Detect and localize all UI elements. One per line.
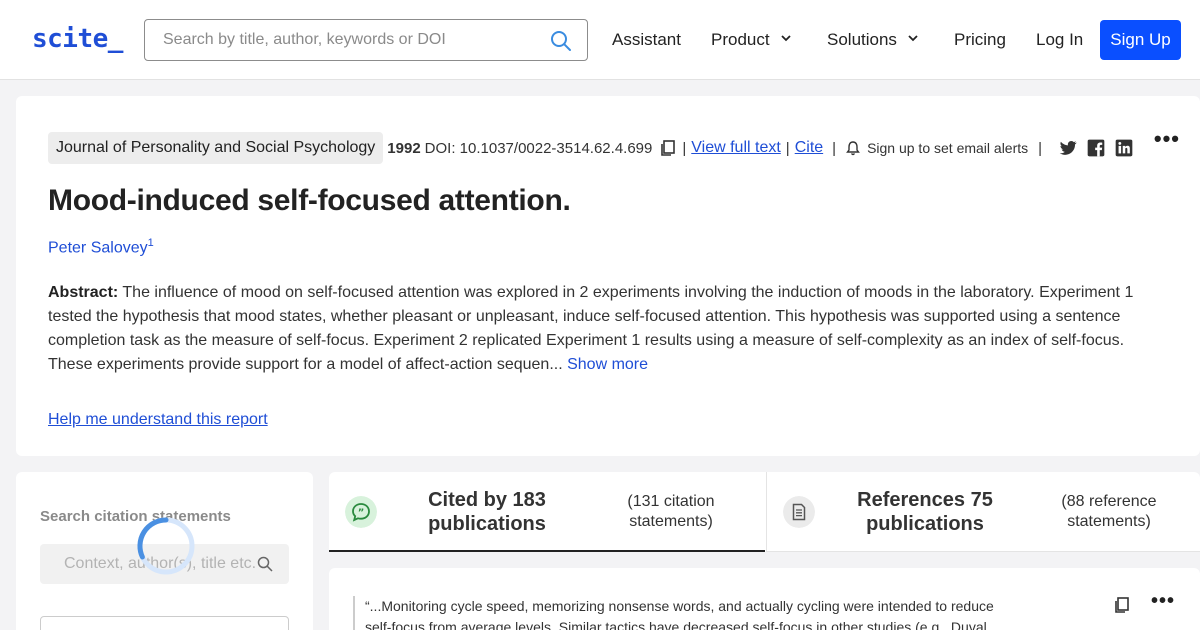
separator: | bbox=[785, 139, 790, 157]
abstract: Abstract: The influence of mood on self-… bbox=[48, 281, 1158, 377]
references-count: References 75 publications bbox=[857, 489, 993, 535]
view-full-text-link[interactable]: View full text bbox=[691, 139, 781, 157]
login-link[interactable]: Log In bbox=[1036, 30, 1083, 50]
publication-year: 1992 bbox=[387, 139, 421, 157]
chevron-down-icon bbox=[780, 35, 791, 42]
signup-button[interactable]: Sign Up bbox=[1100, 20, 1181, 60]
chevron-down-icon bbox=[908, 35, 918, 42]
reference-statements-count: (88 reference statements) bbox=[1061, 493, 1157, 530]
email-alerts-label: Sign up to set email alerts bbox=[867, 139, 1029, 156]
more-options-icon[interactable]: ••• bbox=[1151, 590, 1175, 613]
tab-cited-by[interactable]: ” Cited by 183 publications (131 citatio… bbox=[329, 472, 765, 552]
copy-icon[interactable] bbox=[659, 139, 677, 157]
help-understand-report-link[interactable]: Help me understand this report bbox=[48, 411, 268, 429]
global-search-input[interactable] bbox=[146, 21, 536, 59]
cited-statements-count: (131 citation statements) bbox=[627, 493, 715, 530]
separator: | bbox=[1038, 139, 1043, 157]
abstract-label: Abstract: bbox=[48, 284, 119, 301]
chat-quote-icon: ” bbox=[345, 496, 377, 528]
nav-solutions[interactable]: Solutions bbox=[827, 30, 919, 50]
global-search[interactable] bbox=[144, 19, 588, 61]
svg-text:”: ” bbox=[358, 508, 365, 519]
nav-assistant[interactable]: Assistant bbox=[612, 30, 681, 50]
search-icon[interactable] bbox=[549, 29, 573, 53]
citation-search-panel: Search citation statements bbox=[16, 472, 313, 630]
paper-title: Mood-induced self-focused attention. bbox=[48, 184, 571, 217]
top-navigation-bar: scite_ Assistant Product Solutions Prici… bbox=[0, 0, 1200, 80]
show-more-link[interactable]: Show more bbox=[567, 356, 648, 373]
linkedin-icon[interactable] bbox=[1114, 138, 1134, 158]
paper-details-card: Journal of Personality and Social Psycho… bbox=[16, 96, 1200, 456]
nav-solutions-label: Solutions bbox=[827, 30, 897, 49]
loading-spinner bbox=[137, 517, 195, 575]
citation-statement-card: “...Monitoring cycle speed, memorizing n… bbox=[329, 568, 1200, 630]
cite-link[interactable]: Cite bbox=[795, 139, 823, 157]
author-name: Peter Salovey bbox=[48, 239, 148, 257]
document-icon bbox=[783, 496, 815, 528]
cited-by-count: Cited by 183 publications bbox=[428, 489, 546, 535]
doi-text: DOI: 10.1037/0022-3514.62.4.699 bbox=[424, 139, 653, 157]
tab-references[interactable]: References 75 publications (88 reference… bbox=[766, 472, 1200, 552]
bell-icon bbox=[846, 140, 860, 155]
filter-box[interactable] bbox=[40, 616, 289, 630]
author-link[interactable]: Peter Salovey1 bbox=[48, 237, 154, 257]
separator: | bbox=[832, 139, 837, 157]
citation-tabs: ” Cited by 183 publications (131 citatio… bbox=[329, 472, 1200, 552]
paper-meta-row: Journal of Personality and Social Psycho… bbox=[48, 132, 1134, 164]
separator: | bbox=[682, 139, 687, 157]
copy-icon[interactable] bbox=[1113, 596, 1131, 614]
facebook-icon[interactable] bbox=[1086, 138, 1106, 158]
search-icon[interactable] bbox=[257, 556, 273, 572]
journal-chip[interactable]: Journal of Personality and Social Psycho… bbox=[48, 132, 384, 164]
nav-pricing[interactable]: Pricing bbox=[954, 30, 1006, 50]
more-options-icon[interactable]: ••• bbox=[1154, 126, 1180, 152]
twitter-icon[interactable] bbox=[1058, 138, 1078, 158]
nav-product-label: Product bbox=[711, 30, 770, 49]
author-affiliation-index: 1 bbox=[147, 237, 154, 249]
citation-quote: “...Monitoring cycle speed, memorizing n… bbox=[353, 596, 999, 630]
scite-logo[interactable]: scite_ bbox=[32, 24, 123, 54]
nav-product[interactable]: Product bbox=[711, 30, 792, 50]
email-alerts-button[interactable]: Sign up to set email alerts bbox=[845, 140, 1028, 157]
